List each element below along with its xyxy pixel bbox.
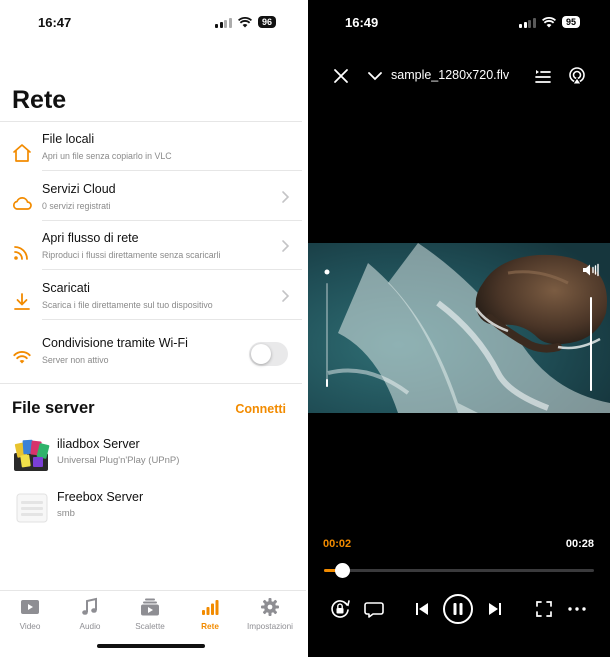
- freebox-server-thumbnail: [16, 493, 48, 523]
- seek-thumb[interactable]: [335, 563, 351, 578]
- divider: [42, 220, 302, 221]
- chevron-right-icon: [282, 290, 290, 302]
- server-protocol: Universal Plug'n'Play (UPnP): [57, 455, 180, 466]
- divider: [42, 319, 302, 320]
- cellular-signal-icon: [215, 17, 232, 28]
- fullscreen-icon[interactable]: [531, 596, 557, 622]
- status-bar: 16:49 95: [308, 0, 610, 44]
- server-name: iliadbox Server: [57, 437, 140, 451]
- tab-label: Video: [19, 622, 41, 631]
- divider: [42, 269, 302, 270]
- tab-label: Audio: [79, 622, 101, 631]
- pause-button[interactable]: [442, 593, 474, 625]
- menu-item-title: File locali: [42, 132, 95, 146]
- status-time: 16:47: [38, 15, 72, 30]
- server-item-iliadbox[interactable]: iliadbox Server Universal Plug'n'Play (U…: [0, 435, 306, 479]
- file-server-heading: File server: [12, 399, 95, 417]
- divider: [0, 121, 302, 122]
- airplay-icon[interactable]: [567, 66, 587, 86]
- video-image: [308, 243, 610, 413]
- menu-item-title: Scaricati: [42, 281, 90, 295]
- network-bars-icon: [202, 600, 219, 615]
- wifi-sharing-toggle[interactable]: [249, 342, 288, 366]
- video-frame[interactable]: [308, 243, 610, 413]
- volume-slider[interactable]: [582, 263, 602, 393]
- home-indicator: [97, 644, 205, 648]
- server-name: Freebox Server: [57, 490, 144, 504]
- queue-list-icon[interactable]: [533, 66, 553, 86]
- cellular-signal-icon: [519, 17, 536, 28]
- server-protocol: smb: [57, 508, 75, 519]
- duration: 00:28: [565, 538, 594, 550]
- menu-item-subtitle: Apri un file senza copiarlo in VLC: [42, 151, 172, 161]
- cloud-icon: [13, 197, 32, 210]
- tab-label: Scalette: [135, 622, 165, 631]
- player-top-bar: sample_1280x720.flv: [308, 62, 610, 90]
- divider: [0, 383, 302, 384]
- brightness-track: [326, 283, 328, 387]
- video-player-screen: 16:49 95 sample_1280x720.flv 00:02 00:28: [308, 0, 610, 657]
- vlc-network-screen: 16:47 96 Rete File locali Apri un file s…: [0, 0, 306, 657]
- brightness-icon: [324, 269, 330, 275]
- chevron-right-icon: [282, 191, 290, 203]
- menu-item-subtitle: Scarica i file direttamente sul tuo disp…: [42, 300, 213, 310]
- server-item-freebox[interactable]: Freebox Server smb: [0, 488, 306, 532]
- download-icon: [14, 293, 30, 310]
- menu-item-title: Servizi Cloud: [42, 182, 116, 196]
- video-icon: [21, 600, 39, 614]
- next-icon[interactable]: [482, 596, 508, 622]
- gear-icon: [261, 598, 279, 616]
- menu-item-title: Apri flusso di rete: [42, 231, 139, 245]
- chevron-right-icon: [282, 240, 290, 252]
- toggle-knob: [251, 344, 271, 364]
- page-title: Rete: [12, 86, 67, 114]
- connect-button[interactable]: Connetti: [235, 402, 286, 416]
- menu-item-wifi-sharing: Condivisione tramite Wi-Fi Server non at…: [0, 334, 306, 382]
- status-time: 16:49: [345, 15, 379, 30]
- menu-item-subtitle: Riproduci i flussi direttamente senza sc…: [42, 250, 221, 260]
- more-options-icon[interactable]: [564, 596, 590, 622]
- volume-icon: [583, 263, 599, 277]
- close-icon[interactable]: [331, 66, 351, 86]
- tab-video[interactable]: Video: [0, 597, 60, 631]
- brightness-slider[interactable]: [324, 267, 330, 395]
- menu-item-subtitle: 0 servizi registrati: [42, 201, 111, 211]
- battery-level: 96: [257, 16, 276, 28]
- tab-settings[interactable]: Impostazioni: [240, 597, 300, 631]
- video-filename: sample_1280x720.flv: [391, 68, 510, 82]
- tab-playlists[interactable]: Scalette: [120, 597, 180, 631]
- playlist-icon: [141, 598, 159, 616]
- rotation-lock-icon[interactable]: [327, 596, 353, 622]
- wifi-icon: [237, 16, 252, 27]
- chevron-down-icon[interactable]: [365, 66, 385, 86]
- music-note-icon: [82, 597, 97, 615]
- current-time: 00:02: [323, 538, 352, 550]
- iliadbox-server-thumbnail: [14, 439, 50, 471]
- battery-level: 95: [561, 16, 580, 28]
- tab-audio[interactable]: Audio: [60, 597, 120, 631]
- menu-item-title: Condivisione tramite Wi-Fi: [42, 336, 188, 350]
- divider: [42, 170, 302, 171]
- subtitles-bubble-icon[interactable]: [361, 596, 387, 622]
- tab-label: Impostazioni: [247, 622, 293, 631]
- status-bar: 16:47 96: [0, 0, 306, 44]
- tab-network[interactable]: Rete: [180, 597, 240, 631]
- menu-item-subtitle: Server non attivo: [42, 355, 109, 365]
- wifi-icon: [13, 351, 31, 364]
- wifi-icon: [541, 16, 556, 27]
- seek-bar[interactable]: [324, 563, 594, 578]
- brightness-fill: [326, 379, 328, 387]
- tab-label: Rete: [201, 622, 219, 631]
- previous-icon[interactable]: [409, 596, 435, 622]
- rss-icon: [14, 246, 28, 260]
- home-icon: [13, 144, 31, 162]
- volume-fill: [590, 297, 592, 391]
